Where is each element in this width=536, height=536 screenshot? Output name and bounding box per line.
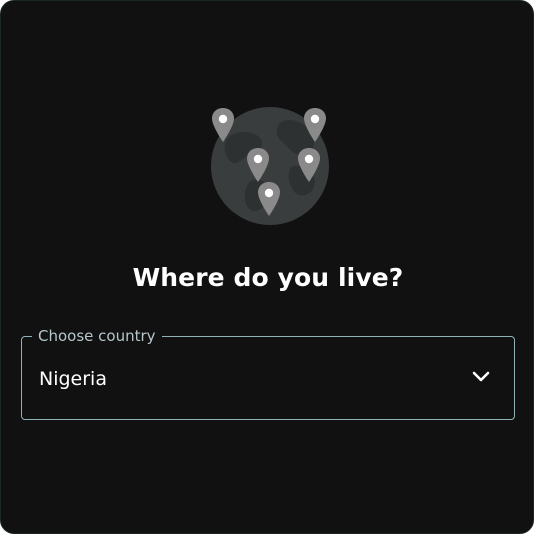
page-title: Where do you live? [132,263,404,292]
chevron-down-icon[interactable] [472,370,490,384]
country-selection-card: Where do you live? Choose country Nigeri… [0,0,534,534]
globe-with-pins-icon [211,107,329,225]
country-select-value: Nigeria [39,368,107,390]
country-select-label: Choose country [32,327,162,345]
country-select[interactable]: Choose country Nigeria [21,327,515,420]
